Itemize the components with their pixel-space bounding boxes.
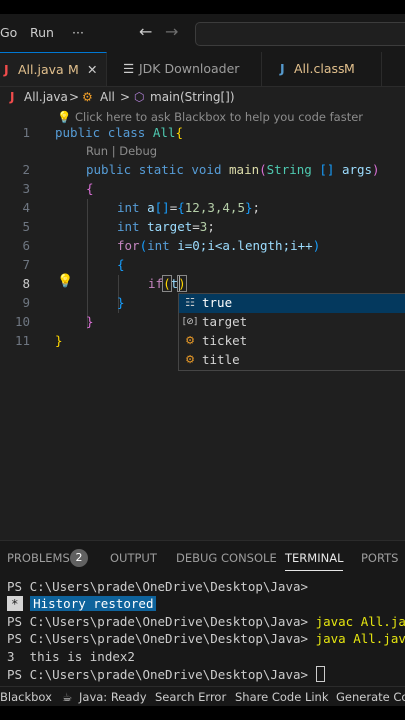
line-number: 4	[22, 200, 30, 215]
status-generate-code[interactable]: Generate Co	[336, 690, 405, 704]
line-number: 11	[14, 333, 30, 348]
code-line-6: for(int i=0;i<a.length;i++)	[117, 238, 321, 253]
indent-guide	[87, 199, 88, 329]
text-cursor	[179, 276, 180, 291]
status-search-error[interactable]: Search Error	[155, 690, 226, 704]
tab-label: All.class	[294, 61, 345, 76]
keyword-icon: ☷	[185, 296, 195, 309]
vscode-window: Go Run ··· ← → J All.java M ✕ ☰ JDK Down…	[0, 0, 405, 720]
bottom-letterbox	[0, 706, 405, 720]
tab-all-java[interactable]: J All.java M ✕	[0, 52, 107, 86]
code-line-3: {	[86, 181, 94, 196]
code-line-4: int a[]={12,3,4,5};	[117, 200, 261, 215]
run-debug-codelens[interactable]: Run | Debug	[86, 144, 157, 158]
line-number: 2	[22, 162, 30, 177]
terminal-output: 3 this is index2	[7, 649, 135, 664]
menu-more-icon[interactable]: ···	[72, 25, 84, 40]
code-line-7: {	[117, 257, 125, 272]
blackbox-hint[interactable]: 💡 Click here to ask Blackbox to help you…	[57, 110, 363, 124]
class-file-icon: J	[280, 61, 285, 76]
line-number: 8	[22, 276, 30, 291]
tab-terminal[interactable]: TERMINAL	[285, 551, 344, 571]
terminal-line: PS C:\Users\prade\OneDrive\Desktop\Java>	[7, 666, 325, 682]
variable-icon: [⊘]	[182, 317, 198, 327]
code-line-11: }	[55, 333, 63, 348]
lightbulb-icon[interactable]: 💡	[57, 274, 73, 289]
problems-count-badge: 2	[70, 549, 88, 567]
status-java-ready[interactable]: Java: Ready	[79, 690, 147, 704]
breadcrumb-method[interactable]: main(String[])	[150, 90, 235, 104]
breadcrumb-file[interactable]: All.java	[24, 90, 68, 104]
line-number: 9	[22, 295, 30, 310]
editor-tabs: J All.java M ✕ ☰ JDK Downloader J All.cl…	[0, 52, 405, 87]
line-number: 5	[22, 219, 30, 234]
terminal-line: PS C:\Users\prade\OneDrive\Desktop\Java>…	[7, 614, 405, 629]
tab-ports[interactable]: PORTS	[361, 551, 398, 565]
terminal-line: PS C:\Users\prade\OneDrive\Desktop\Java>…	[7, 631, 405, 646]
status-bar: Blackbox ☕ Java: Ready Search Error Shar…	[0, 686, 405, 707]
top-letterbox	[0, 0, 405, 14]
back-arrow-icon[interactable]: ←	[139, 22, 152, 41]
terminal[interactable]: PS C:\Users\prade\OneDrive\Desktop\Java>…	[0, 575, 405, 686]
suggestion-item[interactable]: [⊘] target	[179, 313, 405, 332]
tab-output[interactable]: OUTPUT	[110, 551, 157, 565]
line-number: 3	[22, 181, 30, 196]
tab-jdk-downloader[interactable]: ☰ JDK Downloader	[107, 52, 262, 86]
class-symbol-icon: ⚙	[82, 90, 93, 104]
tab-debug-console[interactable]: DEBUG CONSOLE	[176, 551, 277, 565]
chevron-right-icon: >	[69, 90, 80, 104]
list-file-icon: ☰	[123, 61, 135, 76]
line-number: 6	[22, 238, 30, 253]
java-file-icon: J	[4, 62, 9, 77]
autocomplete-suggestions: ☷ true [⊘] target ⚙ ticket ⚙ title	[178, 293, 405, 371]
breadcrumb-class[interactable]: All	[100, 90, 115, 104]
code-editor[interactable]: 💡 Click here to ask Blackbox to help you…	[0, 109, 405, 540]
tab-label: JDK Downloader	[139, 61, 240, 76]
class-icon: ⚙	[185, 334, 195, 347]
code-line-8: if(t)	[148, 275, 187, 292]
tab-label: All.java	[18, 62, 64, 77]
code-line-10: }	[86, 314, 94, 329]
close-icon[interactable]: ✕	[87, 62, 97, 77]
java-file-icon: J	[10, 90, 15, 104]
terminal-cursor	[315, 666, 325, 682]
lightbulb-icon: 💡	[57, 110, 72, 124]
coffee-icon: ☕	[62, 690, 73, 704]
suggestion-item[interactable]: ⚙ title	[179, 351, 405, 370]
code-line-9: }	[117, 295, 125, 310]
line-number: 1	[22, 125, 30, 140]
terminal-line: * History restored	[7, 596, 157, 611]
tab-all-class[interactable]: J All.class M	[262, 52, 382, 86]
terminal-line: PS C:\Users\prade\OneDrive\Desktop\Java>	[7, 579, 309, 594]
suggestion-item[interactable]: ☷ true	[179, 294, 405, 313]
class-icon: ⚙	[185, 353, 195, 366]
forward-arrow-icon[interactable]: →	[165, 22, 178, 41]
command-center-search[interactable]	[195, 22, 405, 46]
chevron-right-icon: >	[120, 90, 131, 104]
method-symbol-icon: ⬡	[134, 90, 145, 104]
code-line-1: public class All{	[55, 125, 183, 140]
line-number: 7	[22, 257, 30, 272]
status-blackbox[interactable]: Blackbox	[0, 690, 52, 704]
menu-run[interactable]: Run	[30, 25, 54, 40]
code-line-5: int target=3;	[117, 219, 215, 234]
code-line-2: public static void main(String [] args)	[86, 162, 380, 177]
tab-problems[interactable]: PROBLEMS	[7, 551, 70, 565]
modified-badge: M	[344, 61, 355, 76]
breadcrumb: J All.java > ⚙ All > ⬡ main(String[])	[0, 87, 405, 109]
modified-badge: M	[68, 62, 79, 77]
panel-tab-bar: PROBLEMS 2 OUTPUT DEBUG CONSOLE TERMINAL…	[0, 540, 405, 576]
menu-bar: Go Run ··· ← →	[0, 14, 405, 52]
line-number: 10	[14, 314, 30, 329]
menu-go[interactable]: Go	[0, 25, 17, 40]
status-share-code-link[interactable]: Share Code Link	[235, 690, 329, 704]
suggestion-item[interactable]: ⚙ ticket	[179, 332, 405, 351]
